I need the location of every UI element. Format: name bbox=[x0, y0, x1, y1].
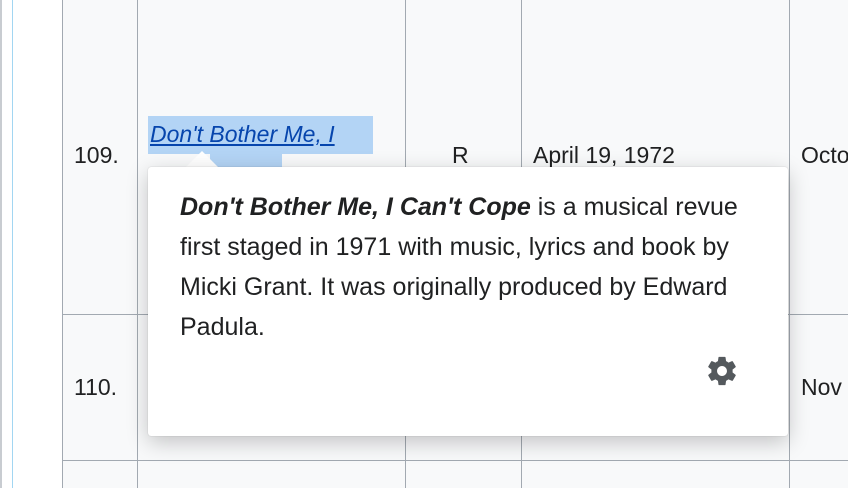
column-divider bbox=[789, 0, 790, 488]
row-number: 109. bbox=[74, 142, 119, 168]
column-divider bbox=[62, 0, 63, 488]
popup-extract[interactable]: Don't Bother Me, I Can't Cope is a music… bbox=[180, 187, 760, 347]
row-number: 110. bbox=[74, 374, 118, 400]
page-left-margin bbox=[0, 0, 62, 488]
next-column-cell: Nov bbox=[801, 374, 842, 400]
popup-title: Don't Bother Me, I Can't Cope bbox=[180, 193, 531, 221]
gear-icon[interactable] bbox=[705, 354, 739, 388]
date-cell: April 19, 1972 bbox=[533, 142, 675, 168]
margin-guide-line bbox=[12, 0, 13, 488]
next-column-cell: Octo bbox=[801, 142, 848, 168]
rating-cell: R bbox=[452, 142, 469, 168]
page-preview-popup[interactable]: Don't Bother Me, I Can't Cope is a music… bbox=[148, 167, 788, 436]
row-divider bbox=[62, 460, 848, 461]
column-divider bbox=[137, 0, 138, 488]
popup-pointer bbox=[186, 151, 218, 167]
show-title-link[interactable]: Don't Bother Me, I bbox=[150, 120, 335, 148]
link-selection-highlight bbox=[210, 154, 282, 168]
